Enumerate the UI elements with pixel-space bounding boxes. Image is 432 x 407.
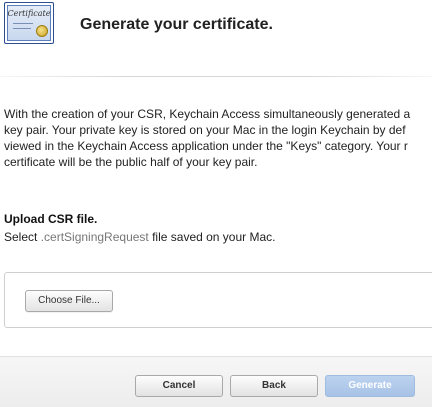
certificate-icon-line — [13, 23, 33, 24]
description-line: With the creation of your CSR, Keychain … — [4, 107, 411, 121]
certificate-icon-label: Certificate — [7, 9, 51, 18]
certificate-icon: Certificate — [4, 2, 54, 44]
header-divider — [0, 76, 432, 77]
upload-heading: Upload CSR file. — [4, 212, 98, 226]
cancel-button[interactable]: Cancel — [135, 375, 223, 397]
upload-desc-prefix: Select — [4, 230, 41, 244]
description-paragraph: With the creation of your CSR, Keychain … — [4, 106, 432, 170]
upload-description: Select .certSigningRequest file saved on… — [4, 230, 276, 244]
certificate-seal-icon — [36, 25, 48, 37]
file-extension-text: .certSigningRequest — [40, 230, 149, 244]
description-line: viewed in the Keychain Access applicatio… — [4, 139, 408, 153]
choose-file-button[interactable]: Choose File... — [25, 290, 113, 312]
description-line: certificate will be the public half of y… — [4, 155, 258, 169]
page-header: Certificate Generate your certificate. — [0, 0, 432, 64]
certificate-icon-line — [13, 28, 31, 29]
upload-desc-suffix: file saved on your Mac. — [148, 230, 276, 244]
back-button[interactable]: Back — [230, 375, 318, 397]
page-title: Generate your certificate. — [80, 16, 273, 33]
generate-button[interactable]: Generate — [325, 375, 415, 397]
description-line: key pair. Your private key is stored on … — [4, 123, 406, 137]
